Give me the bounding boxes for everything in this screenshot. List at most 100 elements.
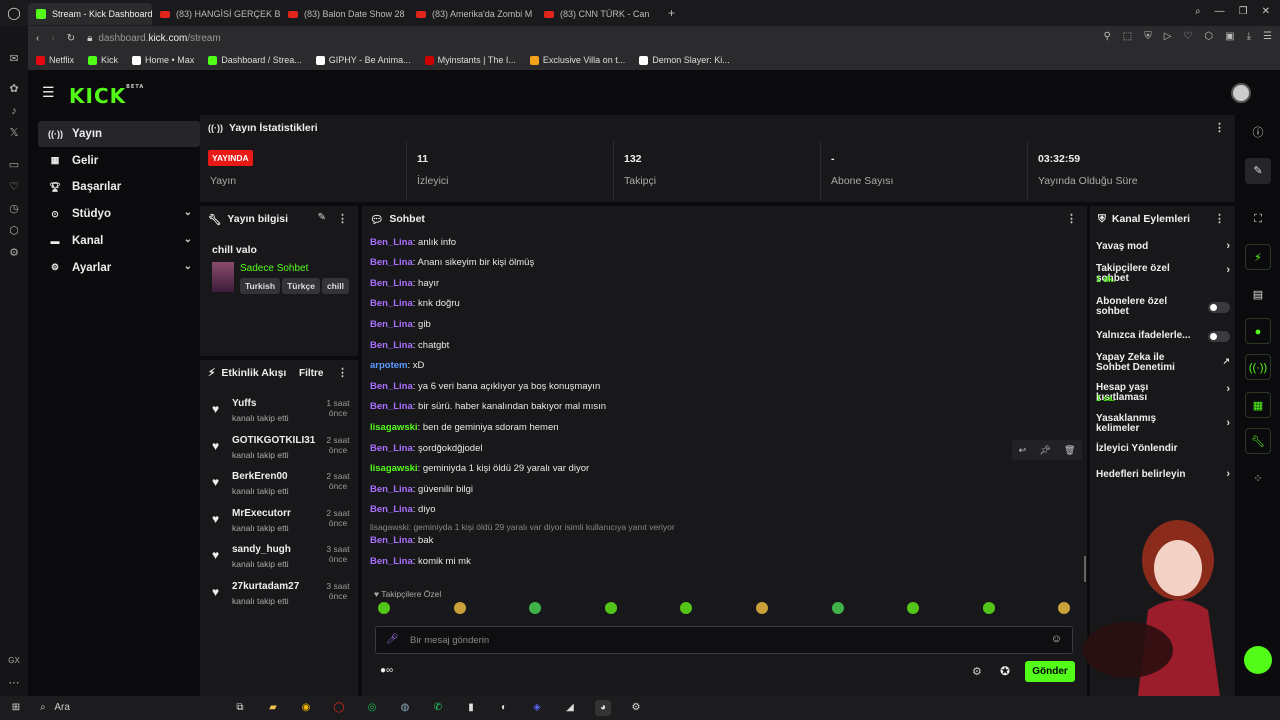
channel-action-item[interactable]: İzleyici Yönlendir <box>1096 436 1232 462</box>
channel-action-item[interactable]: Hedefleri belirleyin › <box>1096 462 1232 488</box>
sidebar-item[interactable]: ⊙ Stüdyo ⌄ <box>38 201 200 227</box>
channel-actions-more-button[interactable]: ⋮ <box>1214 212 1225 225</box>
obs-icon[interactable]: ◐ <box>496 700 512 716</box>
menu-icon[interactable]: ☰ <box>1263 31 1272 42</box>
reply-icon[interactable]: ↩ <box>1019 445 1027 456</box>
hamburger-menu-icon[interactable]: ☰ <box>42 84 55 101</box>
info-icon[interactable]: ⓘ <box>1245 120 1271 146</box>
channel-action-item[interactable]: Yalnızca ifadelerle... <box>1096 323 1232 349</box>
browser-tab[interactable]: (83) Amerika'da Zombi M <box>408 3 536 25</box>
reload-button[interactable]: ↻ <box>67 33 75 44</box>
bookmark-item[interactable]: Exclusive Villa on t... <box>529 55 625 65</box>
spotify-icon[interactable]: ◎ <box>364 700 380 716</box>
tools-icon[interactable]: 🔧︎ <box>1245 428 1271 454</box>
browser-tab[interactable]: (83) Balon Date Show 28 <box>280 3 408 25</box>
browser-tab[interactable]: (83) CNN TÜRK - Can <box>536 3 664 25</box>
extensions-icon[interactable]: ⬡ <box>1204 31 1213 42</box>
toggle-switch[interactable] <box>1208 331 1230 342</box>
forward-button[interactable]: › <box>51 33 54 44</box>
favorite-icon[interactable]: ♡ <box>1183 31 1192 42</box>
chat-settings-icon[interactable]: ⚙ <box>972 665 982 678</box>
filter-button[interactable]: Filtre <box>299 368 323 379</box>
sidebar-item[interactable]: ▦ Gelir <box>38 148 200 174</box>
more-icon[interactable]: ⋯ <box>7 676 21 690</box>
toggle-switch[interactable] <box>1208 302 1230 313</box>
channel-action-item[interactable]: Hesap yaşı kısıtlaması 1 sa. › <box>1096 377 1232 404</box>
emote-icon[interactable] <box>529 602 542 614</box>
task-view-icon[interactable]: ⧉ <box>232 700 248 716</box>
download-icon[interactable]: ⤓ <box>1247 31 1251 42</box>
chat-username[interactable]: Ben_Lina <box>370 381 413 392</box>
chat-username[interactable]: lisagawski <box>370 422 418 433</box>
sidebar-item[interactable]: 🏆︎ Başarılar <box>38 174 200 200</box>
emote-icon[interactable] <box>453 602 466 614</box>
settings-app-icon[interactable]: ⚙ <box>628 700 644 716</box>
search-tabs-icon[interactable]: ⌕ <box>1195 6 1201 17</box>
wallet-icon[interactable]: ▭ <box>7 158 21 172</box>
layout-icon[interactable]: ▦ <box>1245 392 1271 418</box>
tag-chip[interactable]: Türkçe <box>282 278 320 294</box>
close-window-button[interactable]: ✕ <box>1262 6 1270 17</box>
activity-user[interactable]: Yuffs <box>232 398 256 409</box>
chat-username[interactable]: Ben_Lina <box>370 556 413 567</box>
apps-icon[interactable]: ⁘ <box>1245 466 1271 492</box>
opera-logo-icon[interactable]: ◯ <box>0 6 28 20</box>
chat-username[interactable]: lisagawski <box>370 463 418 474</box>
chat-username[interactable]: Ben_Lina <box>370 278 413 289</box>
windows-start-icon[interactable]: ⊞ <box>8 700 24 716</box>
snapshot-icon[interactable]: ⬚ <box>1123 31 1132 42</box>
broadcast-toggle-icon[interactable]: ((·)) <box>1245 354 1271 380</box>
steam-icon[interactable]: ◍ <box>397 700 413 716</box>
kick-points-icon[interactable]: ●∞ <box>380 665 393 676</box>
activity-user[interactable]: sandy_hugh <box>232 544 291 555</box>
chat-username[interactable]: Ben_Lina <box>370 401 413 412</box>
bookmark-item[interactable]: Dashboard / Strea... <box>208 55 302 65</box>
app-icon[interactable]: ◢ <box>562 700 578 716</box>
emote-icon[interactable] <box>378 602 390 614</box>
emote-icon[interactable] <box>982 602 995 614</box>
minimize-button[interactable]: — <box>1215 6 1225 17</box>
emote-icon[interactable] <box>831 602 844 614</box>
bookmark-item[interactable]: Home • Max <box>132 55 194 65</box>
sidebar-item[interactable]: ▬ Kanal ⌄ <box>38 228 200 254</box>
browser-tab[interactable]: Stream - Kick Dashboard <box>28 3 152 25</box>
microphone-icon[interactable]: 🎤︎ <box>386 634 399 645</box>
chat-username[interactable]: Ben_Lina <box>370 535 413 546</box>
edit-icon[interactable]: ✎ <box>318 212 326 223</box>
messenger-icon[interactable]: ✉ <box>7 52 21 66</box>
category-name[interactable]: Sadece Sohbet <box>240 263 308 274</box>
taskbar-search[interactable]: ⌕ Ara <box>34 699 224 717</box>
chat-username[interactable]: Ben_Lina <box>370 298 413 309</box>
file-explorer-icon[interactable]: ▰ <box>265 700 281 716</box>
emote-icon[interactable] <box>907 602 920 614</box>
browser-tab[interactable]: (83) HANGİSİ GERÇEK BA <box>152 3 280 25</box>
chat-username[interactable]: arpotem <box>370 360 407 371</box>
history-icon[interactable]: ◷ <box>7 202 21 216</box>
emote-icon[interactable] <box>680 602 693 614</box>
pin-message-icon[interactable]: 📌︎ <box>1039 445 1050 456</box>
pin-icon[interactable]: ⚲ <box>1103 31 1110 42</box>
channel-action-item[interactable]: Yavaş mod › <box>1096 234 1232 260</box>
chat-username[interactable]: Ben_Lina <box>370 504 413 515</box>
extensions-icon[interactable]: ⬡ <box>7 224 21 238</box>
chat-toggle-icon[interactable]: ● <box>1245 318 1271 344</box>
fullscreen-icon[interactable]: ⛶ <box>1245 206 1271 232</box>
channel-action-item[interactable]: Yasaklanmış kelimeler › <box>1096 411 1232 437</box>
tag-chip[interactable]: Turkish <box>240 278 281 294</box>
back-button[interactable]: ‹ <box>36 33 39 44</box>
x-icon[interactable]: 𝕏 <box>7 126 21 140</box>
chat-input[interactable]: 🎤︎ Bir mesaj gönderin ☺ <box>375 626 1073 654</box>
activity-user[interactable]: 27kurtadam27 <box>232 581 299 592</box>
user-avatar[interactable] <box>1231 83 1251 103</box>
stats-more-button[interactable]: ⋮ <box>1214 121 1225 134</box>
tiktok-icon[interactable]: ♪ <box>7 104 21 118</box>
emote-icon[interactable] <box>756 602 768 614</box>
chat-username[interactable]: Ben_Lina <box>370 319 413 330</box>
tag-chip[interactable]: chill <box>321 278 349 294</box>
channel-action-item[interactable]: Yapay Zeka ile Sohbet Denetimi ↗ <box>1096 350 1232 376</box>
kick-logo[interactable]: KICKBETA <box>69 84 144 108</box>
chat-username[interactable]: Ben_Lina <box>370 340 413 351</box>
bookmark-item[interactable]: Kick <box>88 55 118 65</box>
activity-user[interactable]: MrExecutorr <box>232 508 291 519</box>
activity-user[interactable]: GOTIKGOTKILI31 <box>232 435 315 446</box>
